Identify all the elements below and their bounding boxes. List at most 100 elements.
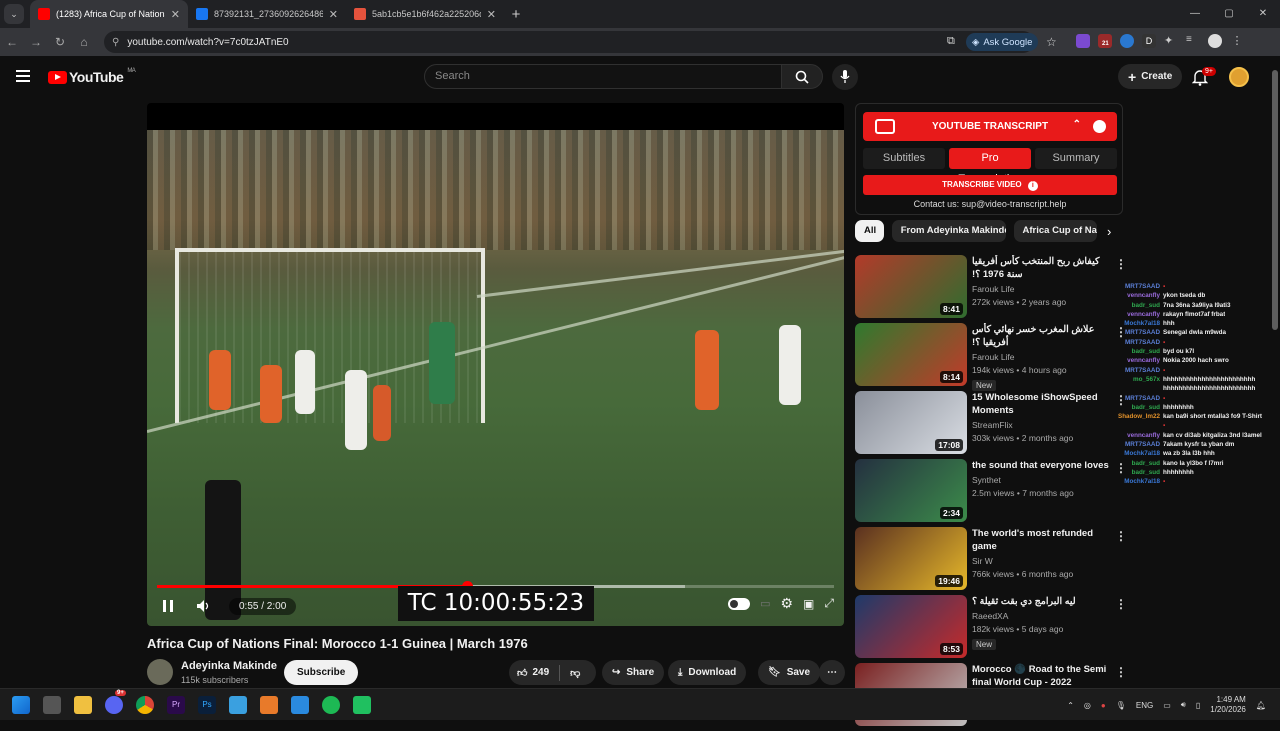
browser-tab[interactable]: 87392131_2736092626486694_ ✕ xyxy=(188,0,346,28)
app-icon-green[interactable] xyxy=(353,696,371,714)
channel-name[interactable]: StreamFlix xyxy=(972,420,1112,430)
tray-mic-icon[interactable]: 🎙︎ xyxy=(1116,701,1126,710)
tab-close-icon[interactable]: ✕ xyxy=(487,8,496,21)
chat-username[interactable]: badr_sud xyxy=(1117,301,1160,310)
close-window-button[interactable]: ✕ xyxy=(1246,0,1280,28)
browser-tab[interactable]: 5ab1cb5e1b6f462a225206dc2e ✕ xyxy=(346,0,504,28)
recommended-video[interactable]: 19:46 The world's most refunded game Sir W… xyxy=(855,527,1127,595)
recommended-video[interactable]: 2:34 the sound that everyone loves Synthet… xyxy=(855,459,1127,527)
chrome-icon[interactable] xyxy=(136,696,154,714)
chat-username[interactable]: venncanfly xyxy=(1117,356,1160,365)
transcribe-video-button[interactable]: TRANSCRIBE VIDEO i xyxy=(863,175,1117,195)
battery-icon[interactable]: ▯ xyxy=(1196,701,1200,710)
extension-tab[interactable]: Summary xyxy=(1035,148,1117,169)
browser-menu-icon[interactable]: ⋮ xyxy=(1230,34,1244,48)
browser-tab[interactable]: (1283) Africa Cup of Nations ✕ xyxy=(30,0,188,28)
more-options-icon[interactable]: ⋮ xyxy=(1115,597,1127,611)
forward-button[interactable]: → xyxy=(24,35,48,49)
video-title[interactable]: كيفاش ربح المنتخب كأس أفريقيا سنة 1976 ؟… xyxy=(972,255,1112,281)
video-thumbnail[interactable]: 8:14 xyxy=(855,323,967,386)
profile-icon[interactable] xyxy=(1208,34,1222,48)
premiere-icon[interactable]: Pr xyxy=(167,696,185,714)
captions-icon[interactable]: ▭ xyxy=(760,597,770,610)
extension-icon-purple[interactable] xyxy=(1076,34,1090,48)
subscribe-button[interactable]: Subscribe xyxy=(284,660,359,685)
chat-username[interactable]: badr_sud xyxy=(1117,403,1160,412)
account-avatar[interactable] xyxy=(1229,67,1249,87)
notifications-tray-icon[interactable]: 🔔︎ xyxy=(1256,701,1266,710)
fullscreen-icon[interactable]: ⤢ xyxy=(824,596,834,611)
photoshop-icon[interactable]: Ps xyxy=(198,696,216,714)
video-thumbnail[interactable]: 19:46 xyxy=(855,527,967,590)
pause-button[interactable] xyxy=(157,595,179,617)
chat-username[interactable] xyxy=(1117,421,1160,430)
chat-username[interactable]: Mochk7al18 xyxy=(1117,477,1160,486)
notepad-icon[interactable] xyxy=(229,696,247,714)
share-button[interactable]: ↪ Share xyxy=(602,660,665,685)
more-options-icon[interactable]: ⋮ xyxy=(1115,529,1127,543)
bookmark-star-icon[interactable]: ☆ xyxy=(1046,35,1057,49)
home-button[interactable]: ⌂ xyxy=(72,35,96,49)
recommended-video[interactable]: 17:08 15 Wholesome iShowSpeed Moments Stre… xyxy=(855,391,1127,459)
chat-username[interactable]: Mochk7al18 xyxy=(1117,449,1160,458)
channel-avatar[interactable] xyxy=(147,659,173,685)
address-bar[interactable]: ⚲ youtube.com/watch?v=7c0tzJATnE0 xyxy=(104,31,1034,53)
filter-chip[interactable]: All xyxy=(855,220,884,242)
page-scrollbar[interactable] xyxy=(1270,56,1280,688)
channel-name[interactable]: Farouk Life xyxy=(972,352,1112,362)
chat-username[interactable]: MRT7SAAD xyxy=(1117,282,1160,291)
video-thumbnail[interactable]: 17:08 xyxy=(855,391,967,454)
video-title[interactable]: the sound that everyone loves xyxy=(972,459,1112,472)
chat-username[interactable]: Shadow_lm22 xyxy=(1117,412,1160,421)
collapse-chevron-icon[interactable]: ⌃ xyxy=(1073,119,1081,130)
video-title[interactable]: 15 Wholesome iShowSpeed Moments xyxy=(972,391,1112,417)
windows-start-icon[interactable] xyxy=(12,696,30,714)
video-title[interactable]: Morocco 🌑 Road to the Semi final World C… xyxy=(972,663,1112,689)
discord-icon[interactable]: 9+ xyxy=(105,690,126,714)
video-title[interactable]: The world's most refunded game xyxy=(972,527,1112,553)
extension-icon-red[interactable]: 21 xyxy=(1098,34,1112,48)
video-title[interactable]: ليه البرامج دي بقت ثقيلة ؟ xyxy=(972,595,1112,608)
channel-name[interactable]: Sir W xyxy=(972,556,1112,566)
tab-close-icon[interactable]: ✕ xyxy=(329,8,338,21)
video-title[interactable]: علاش المغرب خسر نهائي كأس أفريقيا ؟! xyxy=(972,323,1112,349)
settings-gear-icon[interactable]: ⚙ xyxy=(780,595,793,612)
more-actions-button[interactable]: ⋯ xyxy=(819,660,845,685)
chat-username[interactable]: MRT7SAAD xyxy=(1117,366,1160,375)
chat-username[interactable]: MRT7SAAD xyxy=(1117,440,1160,449)
channel-name[interactable]: Synthet xyxy=(972,475,1112,485)
chat-username[interactable]: MRT7SAAD xyxy=(1117,394,1160,403)
miniplayer-icon[interactable]: ▣ xyxy=(803,597,814,611)
chat-username[interactable]: MRT7SAAD xyxy=(1117,328,1160,337)
chat-username[interactable]: badr_sud xyxy=(1117,459,1160,468)
notes-icon[interactable] xyxy=(291,696,309,714)
voice-search-button[interactable] xyxy=(832,64,858,90)
volume-tray-icon[interactable]: 🔊︎ xyxy=(1181,700,1186,710)
extension-tab[interactable]: Subtitles xyxy=(863,148,945,169)
channel-name[interactable]: Farouk Life xyxy=(972,284,1112,294)
recommended-video[interactable]: 8:14 علاش المغرب خسر نهائي كأس أفريقيا ؟!… xyxy=(855,323,1127,391)
chat-username[interactable]: mo_567x xyxy=(1117,375,1160,384)
site-info-icon[interactable]: ⚲ xyxy=(112,37,119,48)
tray-app-icon[interactable]: ◎ xyxy=(1084,701,1091,710)
chat-username[interactable] xyxy=(1117,384,1160,393)
volume-button[interactable] xyxy=(193,595,215,617)
task-view-icon[interactable] xyxy=(43,696,61,714)
chat-username[interactable]: badr_sud xyxy=(1117,347,1160,356)
back-button[interactable]: ← xyxy=(0,35,24,49)
extension-icon-blue[interactable] xyxy=(1120,34,1134,48)
chat-username[interactable]: Mochk7al18 xyxy=(1117,319,1160,328)
new-tab-button[interactable]: + xyxy=(504,6,528,23)
create-button[interactable]: + Create xyxy=(1118,64,1183,89)
extension-header[interactable]: YOUTUBE TRANSCRIPT ⌃ xyxy=(863,112,1117,141)
maximize-button[interactable]: ▢ xyxy=(1212,0,1246,28)
extension-tab[interactable]: Pro Transcription xyxy=(949,148,1031,185)
chat-username[interactable]: badr_sud xyxy=(1117,468,1160,477)
chips-next-icon[interactable]: › xyxy=(1107,224,1111,239)
tray-security-icon[interactable]: ● xyxy=(1101,701,1106,710)
dislike-button[interactable]: 👎︎ xyxy=(570,667,580,679)
chat-username[interactable]: MRT7SAAD xyxy=(1117,338,1160,347)
filter-chip[interactable]: Africa Cup of Na xyxy=(1013,220,1097,242)
tab-close-icon[interactable]: ✕ xyxy=(171,8,180,21)
user-icon[interactable] xyxy=(1093,120,1106,133)
